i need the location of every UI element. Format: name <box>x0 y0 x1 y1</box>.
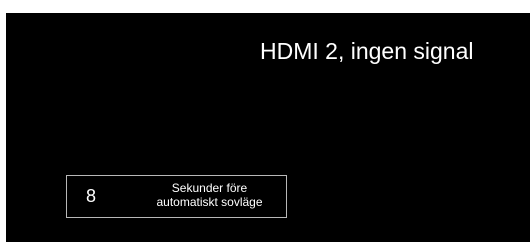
sleep-countdown-seconds: 8 <box>86 186 97 206</box>
sleep-countdown-label: Sekunder före automatiskt sovläge <box>137 181 282 209</box>
tv-screen: HDMI 2, ingen signal 8 Sekunder före aut… <box>6 13 530 242</box>
auto-sleep-countdown: 8 Sekunder före automatiskt sovläge <box>66 175 287 218</box>
no-signal-message: HDMI 2, ingen signal <box>260 38 474 64</box>
sleep-label-line2: automatiskt sovläge <box>156 195 263 209</box>
sleep-label-line1: Sekunder före <box>171 181 248 195</box>
